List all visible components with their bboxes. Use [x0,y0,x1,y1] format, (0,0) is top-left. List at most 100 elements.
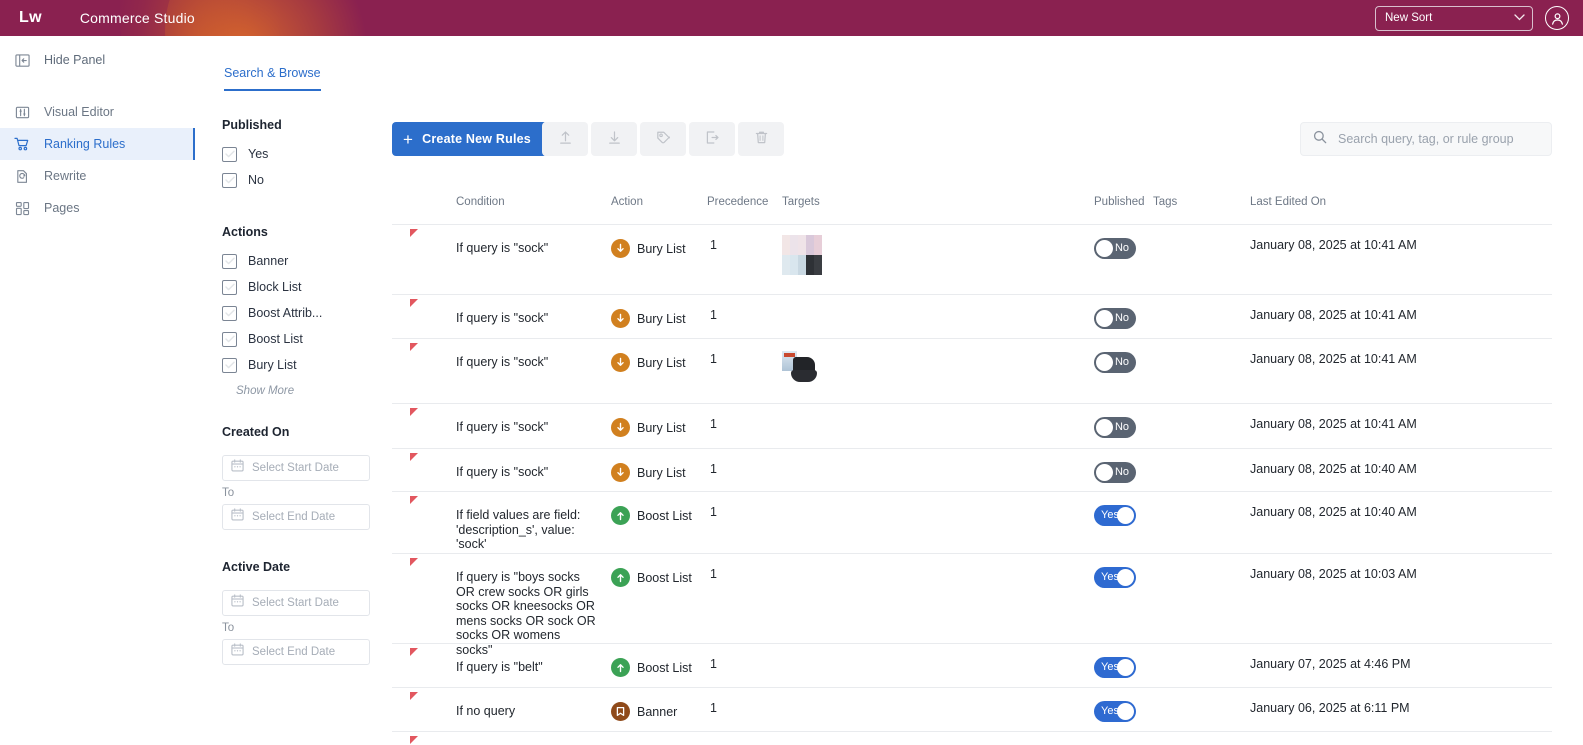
sort-select[interactable]: New Sort [1375,5,1533,31]
published-toggle[interactable]: No [1094,308,1136,329]
rule-published-cell: Yes [1094,657,1136,678]
sidebar-item-rewrite[interactable]: Rewrite [0,160,195,192]
table-row[interactable] [392,731,1552,745]
brand-logo[interactable]: Lw [19,9,42,27]
checkbox-action-boost-attribute[interactable]: Boost Attrib... [222,300,392,326]
checkbox-action-boost-list[interactable]: Boost List [222,326,392,352]
rule-action: Bury List [611,239,686,258]
sidebar-item-visual-editor[interactable]: Visual Editor [0,96,195,128]
published-toggle[interactable]: Yes [1094,701,1136,722]
rule-flag-icon [410,648,418,656]
rule-published-cell: Yes [1094,505,1136,526]
published-toggle[interactable]: Yes [1094,657,1136,678]
published-toggle[interactable]: No [1094,238,1136,259]
column-header-tags: Tags [1153,196,1178,208]
published-toggle-label: No [1114,421,1129,433]
rule-precedence: 1 [710,308,717,322]
table-row[interactable]: If query is "belt" Boost List 1 Yes January … [392,643,1552,687]
table-row[interactable]: If query is "sock" Bury List 1 No January 08… [392,294,1552,338]
created-on-start-date-input[interactable]: Select Start Date [222,455,370,481]
rule-published-cell: No [1094,352,1136,373]
rule-flag-icon [410,453,418,461]
checkbox-action-block-list[interactable]: Block List [222,274,392,300]
hide-panel-button[interactable]: Hide Panel [0,42,195,78]
toggle-knob [1117,659,1134,676]
checkbox-published-yes[interactable]: Yes [222,141,392,167]
table-row[interactable]: If query is "sock" Bury List 1 No January 08… [392,224,1552,294]
rule-action-label: Boost List [637,570,692,585]
checkbox-icon [222,253,237,269]
search-placeholder: Search query, tag, or rule group [1338,132,1514,146]
download-button[interactable] [591,122,637,156]
tag-button[interactable] [640,122,686,156]
download-icon [606,129,623,149]
facet-actions-title: Actions [222,225,268,239]
hide-panel-label: Hide Panel [44,53,106,67]
create-new-rules-label: Create New Rules [422,132,531,146]
rules-table-body[interactable]: If query is "sock" Bury List 1 No January 08… [392,224,1552,745]
show-more-actions-button[interactable]: Show More [236,385,392,397]
boost-action-icon [611,506,630,525]
target-thumbnail[interactable] [782,235,822,275]
toggle-knob [1096,240,1113,257]
created-on-end-date-input[interactable]: Select End Date [222,504,370,530]
published-toggle[interactable]: No [1094,417,1136,438]
rule-flag-icon [410,229,418,237]
export-button[interactable] [689,122,735,156]
delete-icon [753,129,770,149]
filter-panel: Search & Browse Published Yes No Actions [196,36,392,745]
published-toggle[interactable]: No [1094,352,1136,373]
checkbox-icon [222,146,237,162]
rule-action: Bury List [611,309,686,328]
published-toggle[interactable]: Yes [1094,567,1136,588]
rule-precedence: 1 [710,701,717,715]
table-row[interactable]: If no query Banner 1 Yes January 06, 2025 at… [392,687,1552,731]
bury-action-icon [611,309,630,328]
active-date-start-date-input[interactable]: Select Start Date [222,590,370,616]
user-account-icon[interactable] [1545,6,1569,30]
rule-targets [782,235,822,275]
sidebar-item-label: Pages [44,201,80,215]
rule-action-label: Boost List [637,660,692,675]
sidebar-item-pages[interactable]: Pages [0,192,195,224]
active-date-end-date-input[interactable]: Select End Date [222,639,370,665]
create-new-rules-button[interactable]: + Create New Rules [392,122,547,156]
rule-condition: If query is "sock" [456,420,549,434]
date-placeholder: Select Start Date [252,597,339,609]
rule-last-edited: January 06, 2025 at 6:11 PM [1250,701,1410,715]
rule-last-edited: January 08, 2025 at 10:40 AM [1250,462,1417,476]
app-title: Commerce Studio [79,10,195,26]
checkbox-label: Boost Attrib... [248,306,323,320]
rule-condition: If no query [456,704,516,718]
table-row[interactable]: If field values are field: 'description_… [392,491,1552,553]
checkbox-action-banner[interactable]: Banner [222,248,392,274]
facet-created-on: Created On Select Start Date To Select E… [196,425,392,530]
published-toggle[interactable]: Yes [1094,505,1136,526]
table-row[interactable]: If query is "sock" Bury List 1 No January 08… [392,448,1552,491]
calendar-icon [231,643,244,661]
search-input[interactable]: Search query, tag, or rule group [1300,122,1552,156]
column-header-last-edited: Last Edited On [1250,196,1327,208]
rule-action-label: Bury List [637,465,686,480]
published-toggle-label: No [1114,466,1129,478]
table-row[interactable]: If query is "sock" Bury List 1 No January 08… [392,403,1552,448]
checkbox-published-no[interactable]: No [222,167,392,193]
export-icon [704,129,721,149]
rule-flag-icon [410,558,418,566]
table-row[interactable]: If query is "boys socks OR crew socks OR… [392,553,1552,657]
checkbox-action-bury-list[interactable]: Bury List [222,352,392,378]
table-row[interactable]: If query is "sock" Bury List 1 No January 08… [392,338,1552,403]
tab-search-and-browse[interactable]: Search & Browse [224,66,321,91]
rule-action: Boost List [611,658,692,677]
facet-active-date-title: Active Date [222,560,291,574]
bury-action-icon [611,353,630,372]
delete-button[interactable] [738,122,784,156]
checkbox-icon [222,305,237,321]
checkbox-icon [222,357,237,373]
published-toggle[interactable]: No [1094,462,1136,483]
visual-editor-icon [14,104,30,120]
target-thumbnail[interactable] [782,349,822,389]
upload-button[interactable] [542,122,588,156]
sidebar-item-ranking-rules[interactable]: Ranking Rules [0,128,195,160]
checkbox-icon [222,279,237,295]
